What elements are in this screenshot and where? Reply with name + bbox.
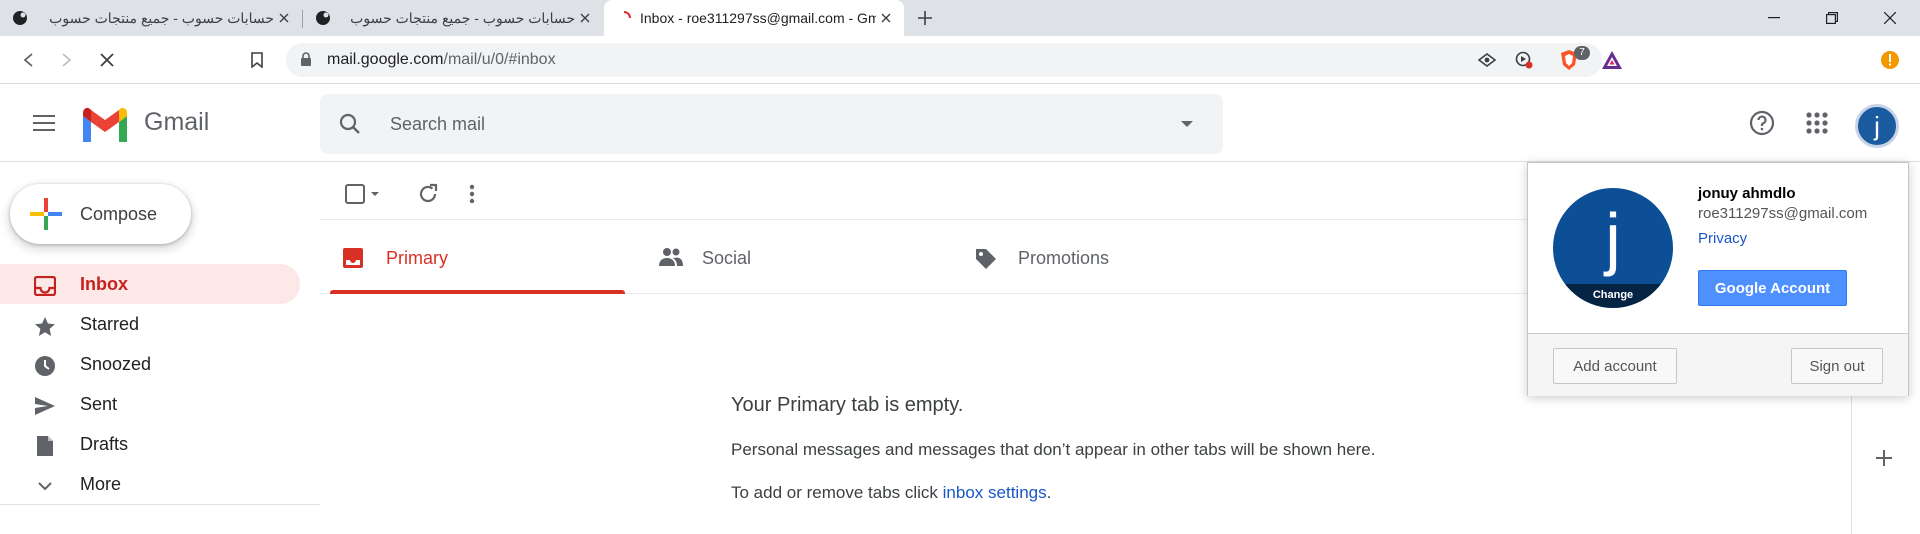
compose-label: Compose [80, 204, 158, 224]
add-account-button[interactable]: Add account [1553, 348, 1677, 384]
lock-icon [301, 52, 311, 66]
tab-label: Primary [386, 248, 448, 268]
help-icon[interactable] [1742, 103, 1782, 143]
url-path: /mail/u/0/#inbox [443, 51, 556, 68]
active-tab-indicator [330, 290, 625, 294]
account-avatar-button[interactable]: j [1855, 104, 1899, 148]
clock-icon [33, 354, 57, 378]
gmail-logo-icon [83, 107, 127, 142]
inbox-icon [343, 248, 363, 268]
inbox-icon [33, 274, 57, 298]
browser-toolbar: mail.google.com/mail/u/0/#inbox 7 [0, 36, 1920, 84]
browser-tab-2[interactable]: حسابات حسوب - جميع منتجات حسوب [303, 0, 603, 36]
account-popup-footer: Add account Sign out [1528, 333, 1908, 396]
browser-tab-active[interactable]: Inbox - roe311297ss@gmail.com - Gmail [604, 0, 904, 36]
sidebar-item-snoozed[interactable]: Snoozed [0, 344, 300, 384]
account-popup: j Change jonuy ahmdlo roe311297ss@gmail.… [1527, 162, 1909, 396]
bookmark-icon[interactable] [243, 46, 271, 74]
site-favicon-icon [13, 11, 27, 25]
account-name: jonuy ahmdlo [1698, 185, 1796, 202]
sidebar-item-inbox[interactable]: Inbox [0, 264, 300, 304]
new-tab-button[interactable] [913, 6, 937, 30]
close-tab-icon[interactable] [876, 8, 896, 28]
tab-promotions[interactable]: Promotions [952, 222, 1247, 294]
browser-tab-title: Inbox - roe311297ss@gmail.com - Gmail [640, 10, 876, 26]
tab-label: Social [702, 248, 752, 268]
compose-plus-icon [30, 198, 62, 230]
get-addons-plus-icon[interactable] [1864, 438, 1904, 478]
avatar-letter: j [1605, 199, 1621, 277]
brave-rewards-icon[interactable] [1600, 48, 1624, 72]
inbox-settings-link[interactable]: inbox settings [943, 483, 1047, 502]
media-blocked-icon[interactable] [1512, 48, 1536, 72]
back-button[interactable] [14, 46, 42, 74]
browser-tab-strip: حسابات حسوب - جميع منتجات حسوب حسابات حس… [0, 0, 1920, 36]
account-email: roe311297ss@gmail.com [1698, 205, 1868, 222]
tracking-protection-icon[interactable] [1475, 48, 1499, 72]
empty-state-title: Your Primary tab is empty. [731, 394, 964, 416]
chevron-down-icon [33, 474, 57, 498]
select-all-checkbox[interactable] [340, 180, 390, 208]
close-tab-icon[interactable] [575, 8, 595, 28]
browser-tab-title: حسابات حسوب - جميع منتجات حسوب [49, 9, 274, 26]
address-bar[interactable]: mail.google.com/mail/u/0/#inbox [286, 43, 1602, 77]
close-tab-icon[interactable] [274, 8, 294, 28]
sidebar-item-label: Snoozed [80, 354, 152, 374]
sidebar-item-drafts[interactable]: Drafts [0, 424, 300, 464]
change-photo-label[interactable]: Change [1553, 284, 1673, 308]
google-apps-icon[interactable] [1797, 103, 1837, 143]
tab-primary[interactable]: Primary [320, 222, 625, 294]
compose-button[interactable]: Compose [10, 184, 191, 244]
minimize-window-button[interactable] [1750, 0, 1798, 36]
empty-state-hint: To add or remove tabs click inbox settin… [731, 483, 1051, 503]
search-options-caret-icon[interactable] [1175, 112, 1199, 136]
sidebar-item-label: More [80, 474, 122, 494]
sidebar-item-label: Starred [80, 314, 140, 334]
url-host: mail.google.com [327, 51, 444, 68]
sidebar-item-label: Drafts [80, 434, 129, 454]
sidebar-item-more[interactable]: More [0, 464, 300, 504]
main-menu-button[interactable] [24, 103, 64, 143]
shields-count-badge: 7 [1574, 46, 1590, 60]
refresh-icon[interactable] [414, 180, 442, 208]
search-input[interactable] [390, 108, 1090, 140]
stop-loading-button[interactable] [93, 46, 121, 74]
site-favicon-icon [316, 11, 330, 25]
tag-icon [976, 249, 996, 269]
sidebar-item-label: Inbox [80, 274, 128, 294]
hint-prefix: To add or remove tabs click [731, 483, 943, 502]
search-bar [320, 94, 1223, 154]
empty-state-message: Personal messages and messages that don’… [731, 440, 1376, 459]
sidebar-item-starred[interactable]: Starred [0, 304, 300, 344]
restore-window-button[interactable] [1808, 0, 1856, 36]
url-text: mail.google.com/mail/u/0/#inbox [327, 51, 556, 69]
sidebar-item-sent[interactable]: Sent [0, 384, 300, 424]
tab-social[interactable]: Social [636, 222, 931, 294]
people-icon [659, 248, 683, 266]
sidebar-divider [0, 504, 320, 505]
google-account-button[interactable]: Google Account [1698, 270, 1847, 306]
draft-icon [33, 434, 57, 458]
search-icon[interactable] [338, 112, 362, 136]
sign-out-button[interactable]: Sign out [1791, 348, 1883, 384]
gmail-wordmark: Gmail [144, 108, 210, 136]
update-alert-icon[interactable] [1878, 48, 1902, 72]
gmail-header: Gmail j [0, 84, 1920, 162]
browser-tab-title: حسابات حسوب - جميع منتجات حسوب [350, 9, 575, 26]
tab-label: Promotions [1018, 248, 1110, 268]
send-icon [33, 394, 57, 418]
sidebar-item-label: Sent [80, 394, 118, 414]
star-icon [33, 314, 57, 338]
close-window-button[interactable] [1866, 0, 1914, 36]
browser-tab-1[interactable]: حسابات حسوب - جميع منتجات حسوب [0, 0, 302, 36]
loading-spinner-icon [623, 11, 631, 19]
hint-suffix: . [1046, 483, 1052, 502]
more-actions-icon[interactable] [462, 180, 482, 208]
privacy-link[interactable]: Privacy [1698, 230, 1747, 247]
account-avatar-large[interactable]: j Change [1553, 188, 1673, 308]
forward-button[interactable] [53, 46, 81, 74]
